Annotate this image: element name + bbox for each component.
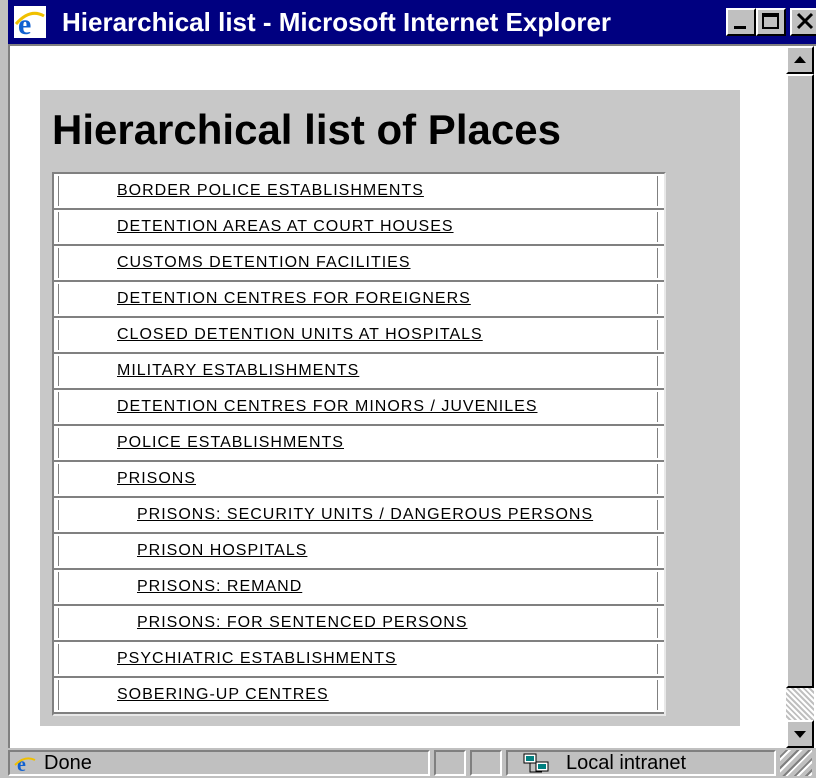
close-icon xyxy=(796,12,814,30)
list-item: PRISONS: SECURITY UNITS / DANGEROUS PERS… xyxy=(54,498,664,534)
place-link[interactable]: PRISONS: REMAND xyxy=(137,578,302,596)
list-cell: POLICE ESTABLISHMENTS xyxy=(58,428,658,458)
ie-icon: e xyxy=(14,6,46,38)
status-pane-3 xyxy=(470,750,502,776)
status-pane-2 xyxy=(434,750,466,776)
maximize-icon xyxy=(762,13,779,29)
place-link[interactable]: CUSTOMS DETENTION FACILITIES xyxy=(117,254,411,272)
list-item: PRISONS: FOR SENTENCED PERSONS xyxy=(54,606,664,642)
security-zone-pane[interactable]: Local intranet xyxy=(506,750,776,776)
places-panel: Hierarchical list of Places BORDER POLIC… xyxy=(40,90,740,726)
list-cell: PRISONS xyxy=(58,464,658,494)
local-intranet-icon xyxy=(523,753,549,773)
title-bar[interactable]: e Hierarchical list - Microsoft Internet… xyxy=(8,0,816,44)
list-cell: DETENTION AREAS AT COURT HOUSES xyxy=(58,212,658,242)
list-cell: MILITARY ESTABLISHMENTS xyxy=(58,356,658,386)
status-text: Done xyxy=(44,752,92,774)
list-item: MILITARY ESTABLISHMENTS xyxy=(54,354,664,390)
arrow-down-icon xyxy=(794,731,806,738)
list-item: DETENTION AREAS AT COURT HOUSES xyxy=(54,210,664,246)
resize-grip[interactable] xyxy=(780,750,812,776)
scroll-down-button[interactable] xyxy=(786,720,814,748)
list-cell: CLOSED DETENTION UNITS AT HOSPITALS xyxy=(58,320,658,350)
place-link[interactable]: PRISONS: FOR SENTENCED PERSONS xyxy=(137,614,468,632)
ie-page-icon: e xyxy=(14,754,36,774)
list-item: CLOSED DETENTION UNITS AT HOSPITALS xyxy=(54,318,664,354)
zone-text: Local intranet xyxy=(566,752,687,774)
status-pane: e Done xyxy=(8,750,430,776)
list-item: SOBERING-UP CENTRES xyxy=(54,678,664,714)
place-link[interactable]: DETENTION CENTRES FOR MINORS / JUVENILES xyxy=(117,398,537,416)
list-cell: SOBERING-UP CENTRES xyxy=(58,680,658,710)
browser-window: e Hierarchical list - Microsoft Internet… xyxy=(0,0,816,778)
place-link[interactable]: SOBERING-UP CENTRES xyxy=(117,686,329,704)
list-item: PRISONS xyxy=(54,462,664,498)
scroll-up-button[interactable] xyxy=(786,46,814,74)
place-link[interactable]: MILITARY ESTABLISHMENTS xyxy=(117,362,359,380)
status-bar: e Done Local intranet xyxy=(8,748,816,778)
list-item: DETENTION CENTRES FOR FOREIGNERS xyxy=(54,282,664,318)
list-cell: PSYCHIATRIC ESTABLISHMENTS xyxy=(58,644,658,674)
list-cell: PRISONS: REMAND xyxy=(58,572,658,602)
scrollbar-thumb[interactable] xyxy=(786,74,814,688)
minimize-button[interactable] xyxy=(726,8,756,36)
maximize-button[interactable] xyxy=(756,8,786,36)
minimize-icon xyxy=(734,26,746,29)
list-cell: PRISON HOSPITALS xyxy=(58,536,658,566)
places-table: BORDER POLICE ESTABLISHMENTS DETENTION AR… xyxy=(52,172,666,716)
list-item: CUSTOMS DETENTION FACILITIES xyxy=(54,246,664,282)
close-button[interactable] xyxy=(790,8,816,36)
list-cell: PRISONS: FOR SENTENCED PERSONS xyxy=(58,608,658,638)
list-item: BORDER POLICE ESTABLISHMENTS xyxy=(54,174,664,210)
list-cell: PRISONS: SECURITY UNITS / DANGEROUS PERS… xyxy=(58,500,658,530)
place-link[interactable]: POLICE ESTABLISHMENTS xyxy=(117,434,344,452)
list-item: PSYCHIATRIC ESTABLISHMENTS xyxy=(54,642,664,678)
list-cell: DETENTION CENTRES FOR FOREIGNERS xyxy=(58,284,658,314)
list-cell: CUSTOMS DETENTION FACILITIES xyxy=(58,248,658,278)
svg-text:e: e xyxy=(17,754,26,774)
list-item: PRISON HOSPITALS xyxy=(54,534,664,570)
place-link[interactable]: PRISONS: SECURITY UNITS / DANGEROUS PERS… xyxy=(137,506,593,524)
place-link[interactable]: PRISON HOSPITALS xyxy=(137,542,307,560)
place-link[interactable]: DETENTION AREAS AT COURT HOUSES xyxy=(117,218,454,236)
page-content: Hierarchical list of Places BORDER POLIC… xyxy=(10,46,786,748)
list-item: DETENTION CENTRES FOR MINORS / JUVENILES xyxy=(54,390,664,426)
scrollbar-track[interactable] xyxy=(786,688,814,720)
window-title: Hierarchical list - Microsoft Internet E… xyxy=(62,7,612,37)
list-cell: DETENTION CENTRES FOR MINORS / JUVENILES xyxy=(58,392,658,422)
page-heading: Hierarchical list of Places xyxy=(52,106,561,153)
document-frame: Hierarchical list of Places BORDER POLIC… xyxy=(8,44,816,748)
list-cell: BORDER POLICE ESTABLISHMENTS xyxy=(58,176,658,206)
place-link[interactable]: CLOSED DETENTION UNITS AT HOSPITALS xyxy=(117,326,483,344)
arrow-up-icon xyxy=(794,56,806,63)
place-link[interactable]: PSYCHIATRIC ESTABLISHMENTS xyxy=(117,650,397,668)
vertical-scrollbar[interactable] xyxy=(786,46,814,748)
place-link[interactable]: BORDER POLICE ESTABLISHMENTS xyxy=(117,182,424,200)
list-item: POLICE ESTABLISHMENTS xyxy=(54,426,664,462)
list-item: PRISONS: REMAND xyxy=(54,570,664,606)
svg-text:e: e xyxy=(18,8,31,38)
place-link[interactable]: DETENTION CENTRES FOR FOREIGNERS xyxy=(117,290,471,308)
place-link[interactable]: PRISONS xyxy=(117,470,196,488)
